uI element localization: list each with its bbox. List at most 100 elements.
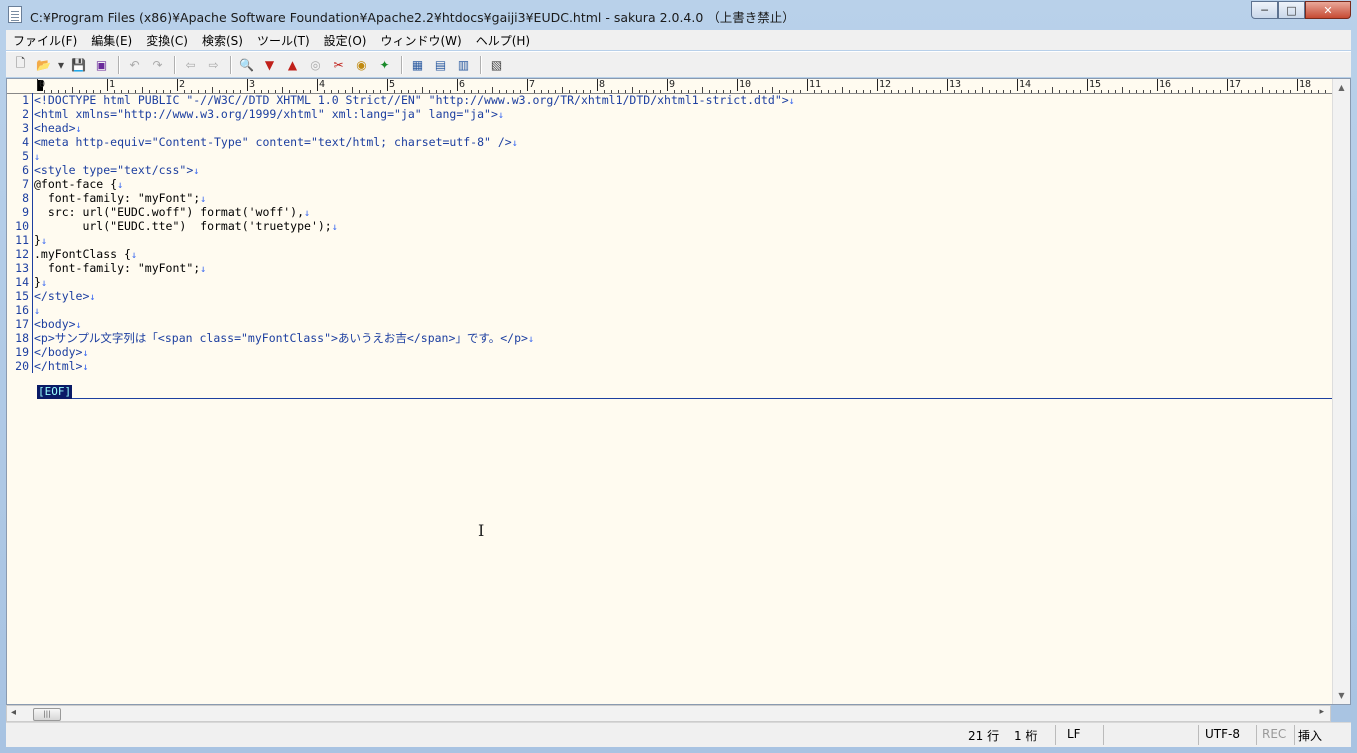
forward-icon[interactable]: ⇨: [203, 55, 224, 75]
status-separator: [1198, 725, 1199, 745]
save-icon[interactable]: 💾: [68, 55, 89, 75]
code-line[interactable]: 17 <body>↓: [7, 317, 1333, 331]
open-folder-icon[interactable]: 📂: [33, 55, 54, 75]
back-icon[interactable]: ⇦: [180, 55, 201, 75]
code-line[interactable]: 20 </html>↓: [7, 359, 1333, 373]
save-all-icon[interactable]: ▣: [91, 55, 112, 75]
newline-marker: ↓: [130, 250, 137, 261]
scroll-thumb[interactable]: |||: [33, 708, 61, 721]
outline-icon[interactable]: ▦: [407, 55, 428, 75]
vertical-scrollbar[interactable]: ▲ ▼: [1332, 79, 1350, 704]
horizontal-scrollbar[interactable]: ◂ ||| ▸: [6, 705, 1331, 722]
app-window: C:¥Program Files (x86)¥Apache Software F…: [0, 0, 1357, 753]
code-line[interactable]: 1 <!DOCTYPE html PUBLIC "-//W3C//DTD XHTM…: [7, 93, 1333, 107]
menu-window[interactable]: ウィンドウ(W): [373, 32, 468, 49]
eof-marker: [EOF]: [37, 385, 73, 399]
toolbar-separator: [174, 55, 176, 74]
window-title: C:¥Program Files (x86)¥Apache Software F…: [30, 10, 795, 25]
status-column: 1 桁: [1014, 729, 1038, 743]
menu-file[interactable]: ファイル(F): [6, 32, 84, 49]
code-line[interactable]: 10 url("EUDC.tte") format('truetype');↓: [7, 219, 1333, 233]
scroll-right-arrow-icon[interactable]: ▸: [1319, 707, 1324, 717]
line-text: <html xmlns="http://www.w3.org/1999/xhtm…: [34, 107, 498, 121]
line-number: 19: [7, 345, 33, 359]
code-line[interactable]: 16 ↓: [7, 303, 1333, 317]
line-text: @font-face {: [34, 177, 118, 191]
document-icon[interactable]: [8, 6, 22, 23]
new-file-icon[interactable]: 🗋: [10, 55, 31, 75]
title-bar[interactable]: C:¥Program Files (x86)¥Apache Software F…: [0, 0, 1357, 30]
line-text: <!DOCTYPE html PUBLIC "-//W3C//DTD XHTML…: [34, 93, 789, 107]
code-line[interactable]: 7 @font-face {↓: [7, 177, 1333, 191]
line-text: <p>サンプル文字列は「<span class="myFontClass">あい…: [34, 331, 528, 345]
line-number: 9: [7, 205, 33, 219]
menu-edit[interactable]: 編集(E): [84, 32, 139, 49]
maximize-button[interactable]: □: [1278, 1, 1305, 19]
code-area[interactable]: 1 <!DOCTYPE html PUBLIC "-//W3C//DTD XHTM…: [7, 93, 1333, 373]
line-text: }: [34, 233, 41, 247]
code-line[interactable]: 15 </style>↓: [7, 289, 1333, 303]
status-encoding[interactable]: UTF-8: [1205, 727, 1240, 741]
eof-underline: [37, 398, 1333, 400]
text-editor[interactable]: 0 1 2 3 4 5 6 7 8 9 10 11 12 13 14 15 16 17 18 1 <!DOCTYPE …: [6, 78, 1351, 705]
status-line: 21 行: [968, 729, 1000, 743]
replace-icon[interactable]: ✂: [328, 55, 349, 75]
line-number: 4: [7, 135, 33, 149]
column-ruler[interactable]: 0 1 2 3 4 5 6 7 8 9 10 11 12 13 14 15 16 17 18: [7, 79, 1333, 94]
code-line[interactable]: 3 <head>↓: [7, 121, 1333, 135]
line-text: }: [34, 275, 41, 289]
dropdown-arrow-icon[interactable]: ▾: [56, 55, 66, 75]
code-line[interactable]: 11}↓: [7, 233, 1333, 247]
status-separator: [1103, 725, 1104, 745]
line-number: 20: [7, 359, 33, 373]
menu-convert[interactable]: 変換(C): [139, 32, 195, 49]
code-line[interactable]: 4 <meta http-equiv="Content-Type" content…: [7, 135, 1333, 149]
grep-icon[interactable]: ◉: [351, 55, 372, 75]
toolbar-separator: [480, 55, 482, 74]
newline-marker: ↓: [82, 348, 89, 359]
close-button[interactable]: ✕: [1305, 1, 1351, 19]
code-line[interactable]: 5 ↓: [7, 149, 1333, 163]
newline-marker: ↓: [34, 152, 41, 163]
code-line[interactable]: 8 font-family: "myFont";↓: [7, 191, 1333, 205]
code-line[interactable]: 6 <style type="text/css">↓: [7, 163, 1333, 177]
newline-marker: ↓: [304, 208, 311, 219]
toolbar-separator: [401, 55, 403, 74]
scroll-left-arrow-icon[interactable]: ◂: [11, 707, 16, 718]
menu-settings[interactable]: 設定(O): [317, 32, 374, 49]
newline-marker: ↓: [117, 180, 124, 191]
settings-icon[interactable]: ▧: [486, 55, 507, 75]
code-line[interactable]: 12 .myFontClass {↓: [7, 247, 1333, 261]
code-line[interactable]: 2 <html xmlns="http://www.w3.org/1999/xht…: [7, 107, 1333, 121]
newline-marker: ↓: [89, 292, 96, 303]
line-number: 13: [7, 261, 33, 275]
menu-search[interactable]: 検索(S): [195, 32, 250, 49]
menu-help[interactable]: ヘルプ(H): [469, 32, 537, 49]
search-up-icon[interactable]: ▲: [282, 55, 303, 75]
search-mark-icon[interactable]: ◎: [305, 55, 326, 75]
redo-icon[interactable]: ↷: [147, 55, 168, 75]
line-number: 12: [7, 247, 33, 261]
code-line[interactable]: 14}↓: [7, 275, 1333, 289]
toolbar: 🗋 📂 ▾ 💾 ▣ ↶ ↷ ⇦ ⇨ 🔍 ▼ ▲ ◎ ✂ ◉ ✦ ▦ ▤ ▥ ▧: [6, 51, 1351, 77]
scroll-down-arrow-icon[interactable]: ▼: [1333, 687, 1350, 704]
macro-play-icon[interactable]: ▥: [453, 55, 474, 75]
macro-icon[interactable]: ▤: [430, 55, 451, 75]
line-number: 6: [7, 163, 33, 177]
search-icon[interactable]: 🔍: [236, 55, 257, 75]
search-down-icon[interactable]: ▼: [259, 55, 280, 75]
code-line[interactable]: 13 font-family: "myFont";↓: [7, 261, 1333, 275]
code-line[interactable]: 19 </body>↓: [7, 345, 1333, 359]
code-line[interactable]: 9 src: url("EUDC.woff") format('woff'),↓: [7, 205, 1333, 219]
newline-marker: ↓: [40, 278, 47, 289]
line-text: <meta http-equiv="Content-Type" content=…: [34, 135, 512, 149]
minimize-button[interactable]: ─: [1251, 1, 1278, 19]
line-text: url("EUDC.tte") format('truetype');: [34, 219, 332, 233]
line-number: 5: [7, 149, 33, 163]
code-line[interactable]: 18 <p>サンプル文字列は「<span class="myFontClass">…: [7, 331, 1333, 345]
undo-icon[interactable]: ↶: [124, 55, 145, 75]
jump-icon[interactable]: ✦: [374, 55, 395, 75]
scroll-up-arrow-icon[interactable]: ▲: [1333, 79, 1350, 96]
status-insert-mode[interactable]: 挿入: [1298, 727, 1322, 744]
menu-tools[interactable]: ツール(T): [250, 32, 317, 49]
